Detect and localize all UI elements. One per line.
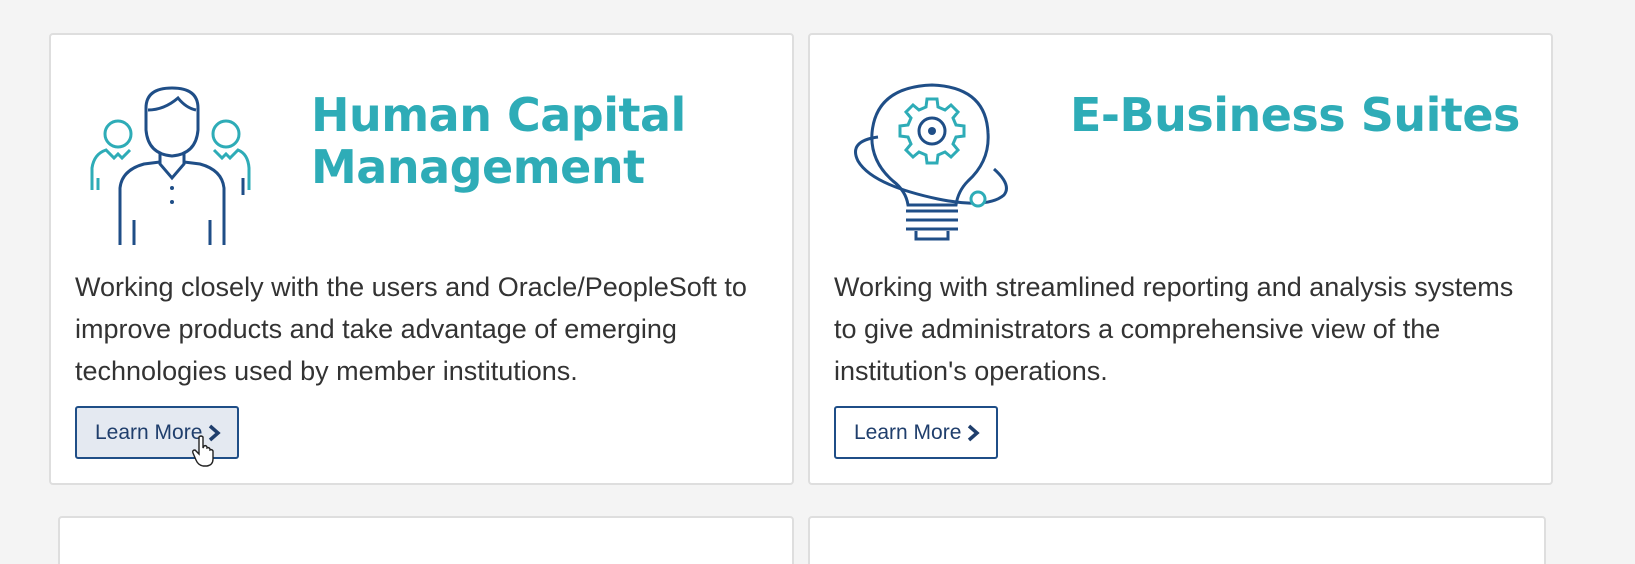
card-title-line: Human Capital [311, 88, 686, 142]
page: Human Capital Management Working closely… [0, 0, 1635, 564]
learn-more-button[interactable]: Learn More [834, 406, 998, 459]
service-card-partial [58, 516, 794, 564]
card-description: Working closely with the users and Oracl… [75, 272, 747, 386]
service-card-human-capital: Human Capital Management Working closely… [49, 33, 794, 485]
card-title-line: E-Business Suites [1070, 88, 1520, 142]
card-description: Working with streamlined reporting and a… [834, 272, 1514, 386]
people-group-icon [90, 86, 251, 245]
button-label: Learn More [95, 420, 203, 444]
card-title: Human Capital Management [311, 89, 686, 193]
card-title-line: Management [311, 140, 645, 194]
service-card-e-business: E-Business Suites Working with streamlin… [808, 33, 1553, 485]
button-label: Learn More [854, 420, 962, 444]
card-title: E-Business Suites [1070, 89, 1520, 141]
chevron-right-icon [968, 424, 981, 441]
service-card-partial [808, 516, 1546, 564]
learn-more-button[interactable]: Learn More [75, 406, 239, 459]
chevron-right-icon [209, 424, 222, 441]
lightbulb-gear-icon [854, 83, 1008, 241]
